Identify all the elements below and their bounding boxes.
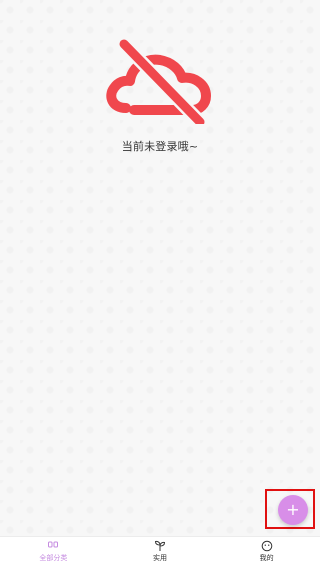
tab-label: 实用 [153, 553, 167, 562]
tab-practical[interactable]: 实用 [107, 537, 214, 565]
plus-icon: + [286, 500, 300, 519]
empty-state: 当前未登录哦~ [0, 38, 320, 154]
tab-mine[interactable]: 我的 [213, 537, 320, 565]
tab-label: 全部分类 [39, 553, 68, 562]
login-empty-message: 当前未登录哦~ [121, 140, 199, 153]
add-button[interactable]: + [278, 495, 308, 525]
smiley-icon [261, 540, 272, 551]
sprout-icon [154, 540, 166, 551]
bottom-tab-bar: 全部分类 实用 我的 [0, 536, 320, 565]
tab-label: 我的 [259, 553, 274, 562]
grid-icon [48, 541, 59, 547]
tab-all-categories[interactable]: 全部分类 [0, 537, 107, 565]
cloud-off-icon [106, 39, 211, 124]
